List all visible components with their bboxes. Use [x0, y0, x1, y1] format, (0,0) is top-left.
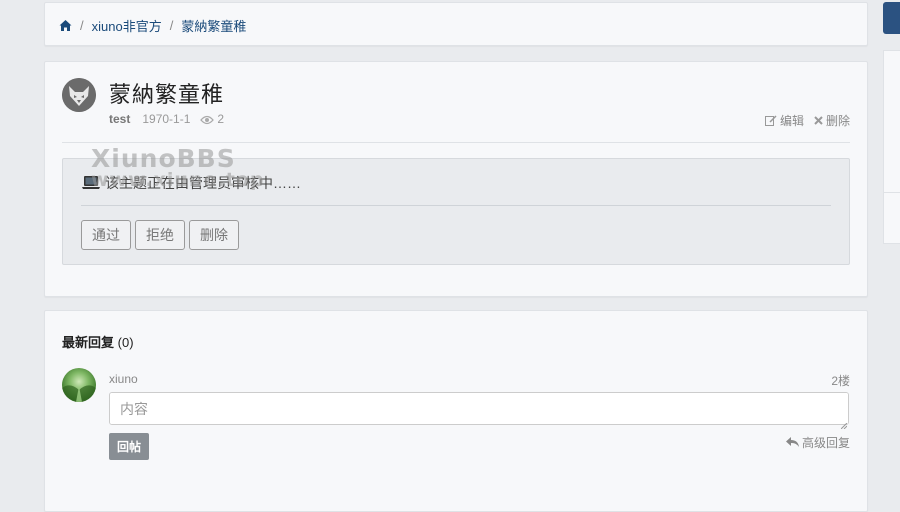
breadcrumb-separator: /: [169, 18, 174, 33]
reject-button[interactable]: 拒绝: [135, 220, 185, 250]
thread-meta: test 1970-1-1 2: [109, 112, 224, 126]
divider: [62, 142, 850, 143]
thread-date: 1970-1-1: [142, 112, 191, 126]
resize-grip-icon[interactable]: [840, 417, 848, 430]
review-text: 该主题正在由管理员审核中……: [105, 175, 301, 191]
reply-input[interactable]: [109, 392, 849, 425]
advanced-reply-label: 高级回复: [801, 436, 850, 450]
breadcrumb-link-forum[interactable]: xiuno非官方: [92, 16, 162, 35]
user-avatar[interactable]: [62, 368, 96, 402]
review-notice: 该主题正在由管理员审核中…… 通过 拒绝 删除: [62, 158, 850, 265]
close-icon: [814, 116, 823, 125]
review-divider: [81, 205, 831, 206]
thread-actions: 编辑 删除: [755, 112, 850, 129]
thread-title: 蒙納繁童稚: [109, 82, 225, 107]
edit-icon: [764, 115, 777, 126]
moderation-buttons: 通过 拒绝 删除: [81, 220, 243, 250]
breadcrumb-link-thread[interactable]: 蒙納繁童稚: [181, 16, 246, 35]
thread-card: 蒙納繁童稚 test 1970-1-1 2 编辑 删除 该主题正在由管理员审核中…: [44, 61, 868, 297]
replies-count: (0): [117, 335, 134, 350]
author-avatar[interactable]: [62, 78, 96, 112]
laptop-icon: [81, 175, 101, 191]
eye-icon: [200, 114, 215, 125]
sidebar-divider: [884, 192, 900, 193]
delete-label: 删除: [825, 114, 850, 128]
reply-submit-button[interactable]: 回帖: [109, 433, 149, 460]
edit-label: 编辑: [779, 114, 804, 128]
floor-number: 2楼: [831, 374, 850, 388]
home-icon[interactable]: [59, 19, 72, 32]
breadcrumb-card: / xiuno非官方 / 蒙納繁童稚: [44, 2, 868, 46]
approve-button[interactable]: 通过: [81, 220, 131, 250]
sidebar-card: [883, 50, 900, 244]
reply-arrow-icon: [785, 437, 799, 447]
replies-card: 最新回复 (0) xiuno 2楼 回帖 高级回复: [44, 310, 868, 512]
thread-views: 2: [217, 112, 225, 126]
replies-heading: 最新回复 (0): [62, 332, 134, 351]
thread-author[interactable]: test: [109, 112, 130, 126]
breadcrumb-separator: /: [80, 18, 84, 33]
breadcrumb: / xiuno非官方 / 蒙納繁童稚: [59, 16, 246, 35]
advanced-reply-link[interactable]: 高级回复: [785, 434, 850, 451]
reply-username[interactable]: xiuno: [109, 372, 138, 386]
review-message: 该主题正在由管理员审核中……: [81, 173, 301, 193]
replies-title: 最新回复: [62, 335, 115, 350]
remove-button[interactable]: 删除: [189, 220, 239, 250]
delete-button[interactable]: 删除: [814, 112, 850, 129]
sidebar-button[interactable]: [883, 2, 900, 34]
edit-button[interactable]: 编辑: [764, 112, 804, 129]
